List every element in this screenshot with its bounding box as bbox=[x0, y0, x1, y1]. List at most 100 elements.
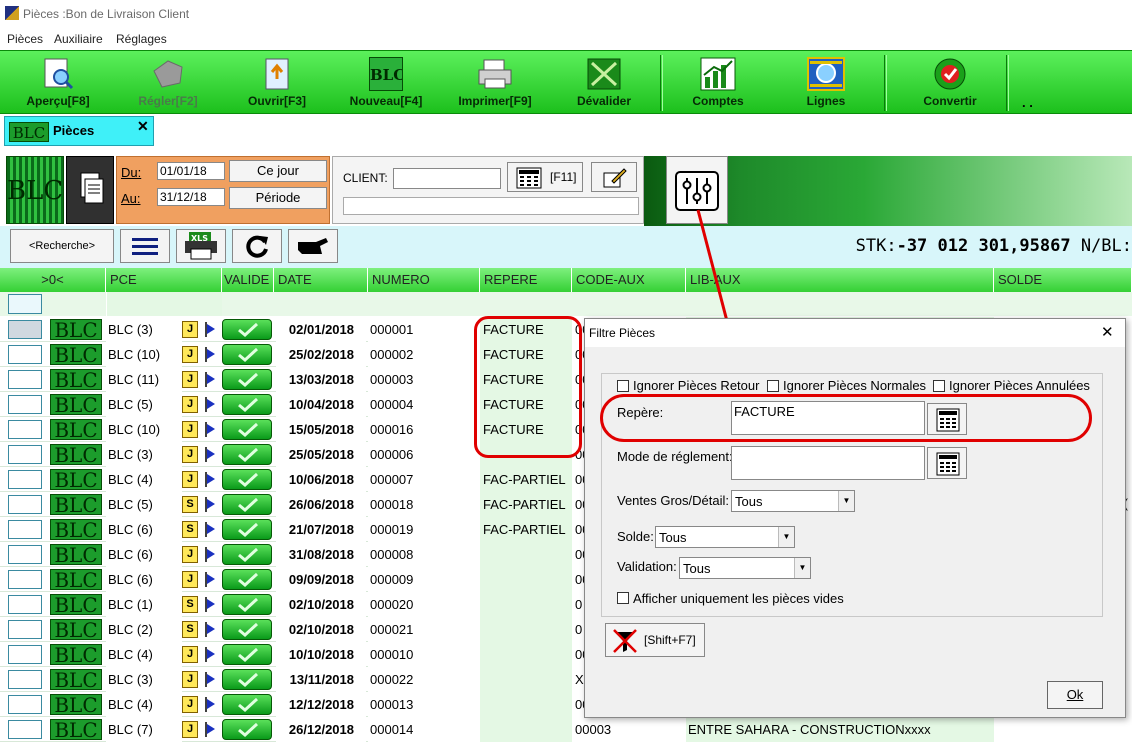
col-numero[interactable]: NUMERO bbox=[368, 268, 480, 292]
pieces-vides-checkbox[interactable] bbox=[617, 592, 629, 604]
ignore-annulees-checkbox[interactable] bbox=[933, 380, 945, 392]
tab-close-icon[interactable]: ✕ bbox=[137, 118, 149, 135]
col-code-aux[interactable]: CODE-AUX bbox=[572, 268, 686, 292]
imprimer-button[interactable]: Imprimer[F9] bbox=[450, 53, 540, 113]
validate-button[interactable] bbox=[222, 619, 272, 640]
comptes-button[interactable]: Comptes bbox=[680, 53, 756, 113]
col-solde[interactable]: SOLDE bbox=[994, 268, 1132, 292]
row-checkbox[interactable] bbox=[8, 495, 42, 514]
date-from-field[interactable] bbox=[157, 162, 225, 180]
dialog-close-icon[interactable]: ✕ bbox=[1101, 323, 1114, 341]
nouveau-button[interactable]: BLC Nouveau[F4] bbox=[340, 53, 432, 113]
validate-button[interactable] bbox=[222, 419, 272, 440]
copy-documents-button[interactable] bbox=[66, 156, 114, 224]
journal-icon[interactable]: J bbox=[182, 446, 198, 463]
journal-icon[interactable]: J bbox=[182, 721, 198, 738]
validate-button[interactable] bbox=[222, 469, 272, 490]
row-checkbox[interactable] bbox=[8, 445, 42, 464]
row-checkbox[interactable] bbox=[8, 695, 42, 714]
recherche-button[interactable]: <Recherche> bbox=[10, 229, 114, 263]
ok-button[interactable]: Ok bbox=[1047, 681, 1103, 709]
journal-icon[interactable]: S bbox=[182, 596, 198, 613]
validate-button[interactable] bbox=[222, 694, 272, 715]
journal-icon[interactable]: J bbox=[182, 421, 198, 438]
validate-button[interactable] bbox=[222, 394, 272, 415]
validate-button[interactable] bbox=[222, 569, 272, 590]
solde-select[interactable]: Tous ▼ bbox=[655, 526, 795, 548]
client-field[interactable] bbox=[393, 168, 501, 189]
row-checkbox[interactable] bbox=[8, 345, 42, 364]
client-lookup-button[interactable]: [F11] bbox=[507, 162, 583, 192]
export-xls-button[interactable]: XLS bbox=[176, 229, 226, 263]
journal-icon[interactable]: J bbox=[182, 646, 198, 663]
journal-icon[interactable]: S bbox=[182, 621, 198, 638]
col-valide[interactable]: VALIDE bbox=[222, 268, 274, 292]
journal-icon[interactable]: J bbox=[182, 696, 198, 713]
journal-icon[interactable]: J bbox=[182, 671, 198, 688]
validate-button[interactable] bbox=[222, 519, 272, 540]
validate-button[interactable] bbox=[222, 644, 272, 665]
row-checkbox[interactable] bbox=[8, 595, 42, 614]
row-checkbox[interactable] bbox=[8, 320, 42, 339]
validation-select[interactable]: Tous ▼ bbox=[679, 557, 811, 579]
row-checkbox[interactable] bbox=[8, 370, 42, 389]
menu-auxiliaire[interactable]: Auxiliaire bbox=[54, 32, 103, 46]
menu-list-button[interactable] bbox=[120, 229, 170, 263]
reset-filter-button[interactable]: [Shift+F7] bbox=[605, 623, 705, 657]
validate-button[interactable] bbox=[222, 444, 272, 465]
menu-reglages[interactable]: Réglages bbox=[116, 32, 167, 46]
row-checkbox[interactable] bbox=[8, 620, 42, 639]
mode-lookup-button[interactable] bbox=[927, 447, 967, 479]
row-checkbox[interactable] bbox=[8, 520, 42, 539]
col-repere[interactable]: REPERE bbox=[480, 268, 572, 292]
validate-button[interactable] bbox=[222, 319, 272, 340]
ouvrir-button[interactable]: Ouvrir[F3] bbox=[238, 53, 316, 113]
journal-icon[interactable]: S bbox=[182, 521, 198, 538]
journal-icon[interactable]: S bbox=[182, 496, 198, 513]
tab-pieces[interactable]: BLC Pièces ✕ bbox=[4, 116, 154, 146]
toolbar-overflow[interactable]: . . bbox=[1022, 95, 1033, 110]
table-row[interactable]: BLC BLC (7) J 26/12/2018 000014 00003 ENTRE SA… bbox=[0, 717, 1132, 742]
regler-button[interactable]: Régler[F2] bbox=[128, 53, 208, 113]
journal-icon[interactable]: J bbox=[182, 371, 198, 388]
validate-button[interactable] bbox=[222, 494, 272, 515]
hand-pointer-button[interactable] bbox=[288, 229, 338, 263]
journal-icon[interactable]: J bbox=[182, 546, 198, 563]
row-checkbox[interactable] bbox=[8, 470, 42, 489]
convertir-button[interactable]: Convertir bbox=[910, 53, 990, 113]
validate-button[interactable] bbox=[222, 369, 272, 390]
validate-button[interactable] bbox=[222, 669, 272, 690]
menu-pieces[interactable]: Pièces bbox=[7, 32, 43, 46]
row-checkbox[interactable] bbox=[8, 570, 42, 589]
ignore-retour-checkbox[interactable] bbox=[617, 380, 629, 392]
col-pce[interactable]: PCE bbox=[106, 268, 222, 292]
lignes-button[interactable]: Lignes bbox=[788, 53, 864, 113]
row-checkbox[interactable] bbox=[8, 645, 42, 664]
devalider-button[interactable]: Dévalider bbox=[566, 53, 642, 113]
col-zero[interactable]: >0< bbox=[0, 268, 106, 292]
mode-reglement-field[interactable] bbox=[731, 446, 925, 480]
journal-icon[interactable]: J bbox=[182, 396, 198, 413]
journal-icon[interactable]: J bbox=[182, 346, 198, 363]
col-date[interactable]: DATE bbox=[274, 268, 368, 292]
row-checkbox[interactable] bbox=[8, 670, 42, 689]
ce-jour-button[interactable]: Ce jour bbox=[229, 160, 327, 182]
filter-row-checkbox[interactable] bbox=[8, 294, 42, 314]
row-checkbox[interactable] bbox=[8, 545, 42, 564]
validate-button[interactable] bbox=[222, 544, 272, 565]
journal-icon[interactable]: J bbox=[182, 321, 198, 338]
client-edit-button[interactable] bbox=[591, 162, 637, 192]
journal-icon[interactable]: J bbox=[182, 571, 198, 588]
apercu-button[interactable]: Aperçu[F8] bbox=[18, 53, 98, 113]
periode-button[interactable]: Période bbox=[229, 187, 327, 209]
row-checkbox[interactable] bbox=[8, 395, 42, 414]
journal-icon[interactable]: J bbox=[182, 471, 198, 488]
date-to-field[interactable] bbox=[157, 188, 225, 206]
validate-button[interactable] bbox=[222, 344, 272, 365]
row-checkbox[interactable] bbox=[8, 720, 42, 739]
validate-button[interactable] bbox=[222, 719, 272, 740]
validate-button[interactable] bbox=[222, 594, 272, 615]
ignore-normales-checkbox[interactable] bbox=[767, 380, 779, 392]
row-checkbox[interactable] bbox=[8, 420, 42, 439]
ventes-select[interactable]: Tous ▼ bbox=[731, 490, 855, 512]
